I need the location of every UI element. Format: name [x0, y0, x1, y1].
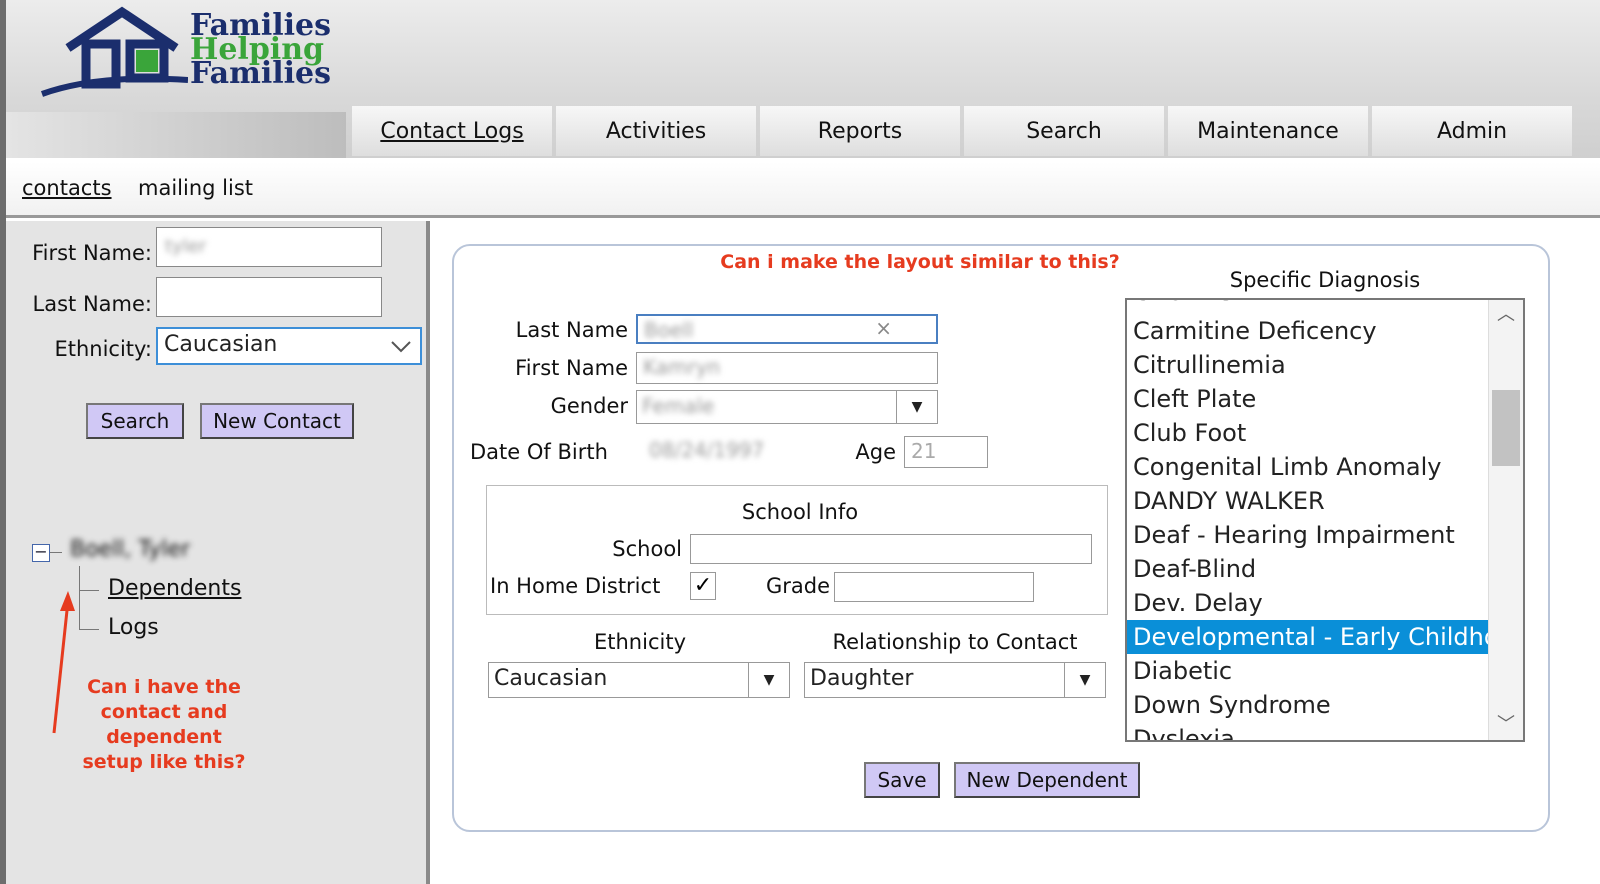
- listbox-item[interactable]: Down Syndrome: [1127, 688, 1489, 722]
- dob-label: Date Of Birth: [470, 440, 608, 464]
- listbox-items: Carmitine Deficency Citrullinemia Cleft Pl…: [1127, 314, 1489, 740]
- close-icon[interactable]: ×: [875, 316, 892, 340]
- dep-first-name-input[interactable]: Kamryn: [636, 352, 938, 384]
- relationship-label: Relationship to Contact: [832, 630, 1078, 654]
- school-label: School: [612, 537, 682, 561]
- listbox-item[interactable]: Club Foot: [1127, 416, 1489, 450]
- tree-root-contact[interactable]: Boell, Tyler: [70, 537, 190, 562]
- tab-label: Maintenance: [1197, 118, 1339, 144]
- first-name-input[interactable]: tyler: [156, 227, 382, 267]
- main-nav: Contact Logs Activities Reports Search M…: [352, 106, 1576, 156]
- check-icon: ✓: [693, 573, 713, 598]
- logo: Families Helping Families: [38, 4, 388, 100]
- tab-maintenance[interactable]: Maintenance: [1168, 106, 1368, 156]
- age-input[interactable]: 21: [904, 436, 988, 468]
- tree-connector: [79, 629, 99, 630]
- first-name-label: First Name:: [32, 241, 152, 265]
- ethnicity-label: Ethnicity:: [54, 337, 152, 361]
- listbox-item[interactable]: Carmitine Deficency: [1127, 314, 1489, 348]
- listbox-item[interactable]: Citrullinemia: [1127, 348, 1489, 382]
- logo-line-3: Families: [190, 56, 332, 91]
- tab-admin[interactable]: Admin: [1372, 106, 1572, 156]
- listbox-item[interactable]: CRONES: [1133, 300, 1234, 306]
- age-value: 21: [911, 439, 937, 463]
- save-button[interactable]: Save: [864, 762, 940, 798]
- scroll-thumb[interactable]: [1492, 390, 1520, 466]
- dob-input[interactable]: 08/24/1997: [643, 436, 833, 468]
- contact-search-panel: First Name: tyler Last Name: Ethnicity: …: [6, 221, 430, 884]
- subnav-contacts-link[interactable]: contacts: [22, 176, 112, 200]
- form-annotation-text: Can i make the layout similar to this?: [720, 251, 1120, 273]
- dep-first-name-label: First Name: [515, 356, 628, 380]
- gender-label: Gender: [550, 394, 628, 418]
- dep-ethnicity-select[interactable]: Caucasian ▼: [488, 662, 790, 698]
- left-annotation-text: Can i have the contact and dependent set…: [82, 676, 246, 773]
- listbox-item[interactable]: Developmental - Early Childhood: [1127, 620, 1489, 654]
- search-button[interactable]: Search: [86, 403, 184, 439]
- dep-ethnicity-value: Caucasian: [494, 666, 608, 691]
- dep-last-name-input[interactable]: Boell ×: [636, 314, 938, 344]
- tab-label: Activities: [605, 118, 707, 144]
- tree-collapse-icon[interactable]: −: [32, 544, 50, 562]
- listbox-item[interactable]: Diabetic: [1127, 654, 1489, 688]
- chevron-down-icon: ▼: [896, 391, 937, 423]
- listbox-item[interactable]: Cleft Plate: [1127, 382, 1489, 416]
- grade-input[interactable]: [834, 572, 1034, 602]
- listbox-item[interactable]: Deaf-Blind: [1127, 552, 1489, 586]
- tab-contact-logs[interactable]: Contact Logs: [352, 106, 552, 156]
- tab-label: Search: [1026, 118, 1102, 144]
- tab-activities[interactable]: Activities: [556, 106, 756, 156]
- last-name-label: Last Name:: [32, 292, 152, 316]
- chevron-up-icon[interactable]: ︿: [1489, 300, 1523, 330]
- tree-item-logs[interactable]: Logs: [108, 615, 159, 640]
- chevron-down-icon: ▼: [748, 663, 789, 697]
- listbox-item[interactable]: Dev. Delay: [1127, 586, 1489, 620]
- chevron-down-icon[interactable]: ﹀: [1489, 710, 1523, 740]
- school-input[interactable]: [690, 534, 1092, 564]
- dep-last-name-label: Last Name: [515, 318, 628, 342]
- dep-last-name-value: Boell: [644, 318, 694, 342]
- tree-connector: [79, 590, 99, 591]
- in-home-district-label: In Home District: [490, 574, 661, 598]
- listbox-item[interactable]: Dyslexia: [1127, 722, 1489, 740]
- chevron-down-icon: [388, 333, 414, 365]
- tab-label: Admin: [1436, 118, 1508, 144]
- first-name-value: tyler: [165, 236, 207, 257]
- new-dependent-button[interactable]: New Dependent: [954, 762, 1140, 798]
- diagnosis-listbox[interactable]: CRONES Carmitine DeficencyCitrullinemiaC…: [1125, 298, 1525, 742]
- school-info-title: School Info: [741, 500, 859, 524]
- dep-first-name-value: Kamryn: [643, 355, 721, 379]
- tab-label: Contact Logs: [380, 118, 524, 144]
- diagnosis-title: Specific Diagnosis: [1229, 268, 1421, 292]
- listbox-scrollbar[interactable]: ︿ ﹀: [1488, 300, 1523, 740]
- grade-label: Grade: [765, 574, 830, 598]
- chevron-down-icon: ▼: [1064, 663, 1105, 697]
- subnav-mailing-list-link[interactable]: mailing list: [138, 176, 253, 200]
- listbox-item[interactable]: Congenital Limb Anomaly: [1127, 450, 1489, 484]
- relationship-select[interactable]: Daughter ▼: [804, 662, 1106, 698]
- dob-value: 08/24/1997: [649, 438, 765, 462]
- tree-item-dependents[interactable]: Dependents: [108, 576, 241, 601]
- tree-connector: [50, 552, 62, 553]
- last-name-input[interactable]: [156, 277, 382, 317]
- ethnicity-select[interactable]: Caucasian: [156, 327, 422, 365]
- tab-search[interactable]: Search: [964, 106, 1164, 156]
- header: Families Helping Families Contact Logs A…: [6, 0, 1600, 158]
- header-swoosh: [6, 112, 346, 158]
- tab-reports[interactable]: Reports: [760, 106, 960, 156]
- listbox-item[interactable]: DANDY WALKER: [1127, 484, 1489, 518]
- in-home-district-checkbox[interactable]: ✓: [690, 572, 716, 600]
- tab-label: Reports: [817, 118, 903, 144]
- ethnicity-select-value: Caucasian: [164, 332, 278, 357]
- logo-text: Families Helping Families: [190, 11, 332, 91]
- house-logo-icon: [40, 6, 189, 97]
- relationship-value: Daughter: [810, 666, 914, 691]
- age-label: Age: [855, 440, 896, 464]
- listbox-item[interactable]: Deaf - Hearing Impairment: [1127, 518, 1489, 552]
- new-contact-button[interactable]: New Contact: [200, 403, 354, 439]
- sub-nav: contacts mailing list: [6, 162, 1600, 218]
- gender-value: Female: [642, 394, 715, 418]
- dep-ethnicity-label: Ethnicity: [594, 630, 686, 654]
- gender-select[interactable]: Female ▼: [636, 390, 938, 424]
